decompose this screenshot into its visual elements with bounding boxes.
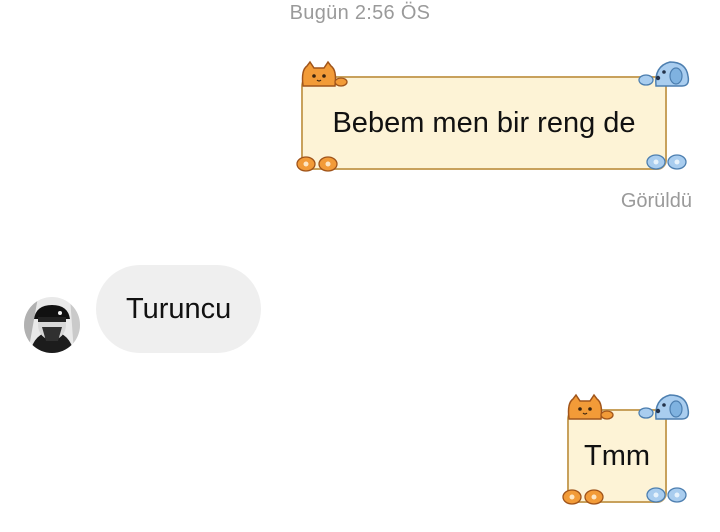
timestamp: Bugün 2:56 ÖS [289, 2, 431, 24]
message-text: Tmm [583, 439, 651, 472]
chat-thread: Bugün 2:56 ÖS Bebem men bir reng de Görü… [0, 0, 720, 532]
message-text: Bebem men bir reng de [332, 106, 636, 139]
cat-sticker-icon [567, 393, 614, 420]
dog-sticker-icon [638, 61, 690, 87]
cat-sticker-icon [301, 60, 348, 87]
dog-sticker-icon [638, 394, 690, 420]
orange-paw-icon [296, 156, 338, 172]
outgoing-message[interactable]: Bebem men bir reng de [301, 76, 667, 170]
incoming-message[interactable]: Turuncu [96, 265, 262, 353]
avatar-image [24, 297, 80, 353]
avatar[interactable] [24, 297, 80, 353]
seen-status: Görüldü [620, 190, 692, 212]
blue-paw-icon [646, 487, 687, 503]
orange-paw-icon [562, 489, 604, 505]
blue-paw-icon [646, 154, 687, 170]
message-text: Turuncu [126, 292, 232, 325]
